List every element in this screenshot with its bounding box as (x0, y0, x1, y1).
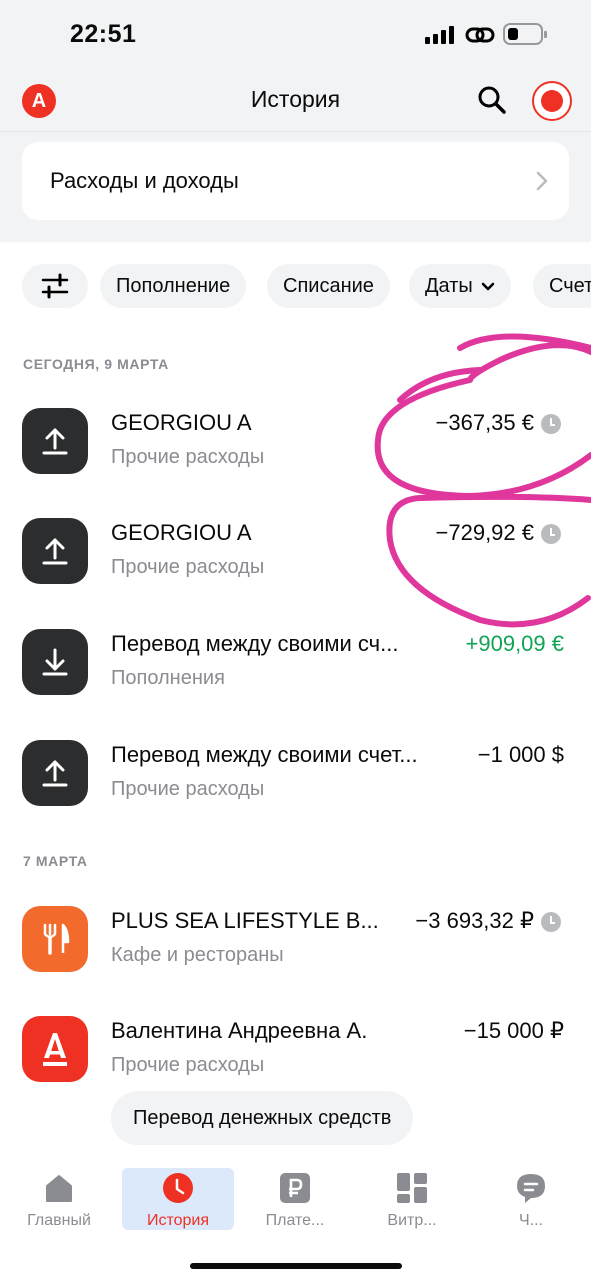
transaction-title: GEORGIOU A (111, 410, 252, 435)
section-title: СЕГОДНЯ, 9 МАРТА (23, 356, 169, 372)
pending-clock-icon (541, 414, 561, 434)
transaction-title: Валентина Андреевна А. (111, 1018, 368, 1043)
pending-clock-icon (541, 912, 561, 932)
upload-icon (22, 518, 88, 584)
link-icon (465, 27, 495, 43)
app-header: А История (0, 70, 591, 132)
transaction-title: Перевод между своими счет... (111, 742, 418, 767)
transaction-tag[interactable]: Перевод денежных средств (111, 1091, 414, 1145)
transaction-category: Прочие расходы (111, 556, 265, 578)
alfa-logo-icon (22, 1016, 88, 1082)
pending-clock-icon (541, 524, 561, 544)
transaction-row[interactable]: GEORGIOU A Прочие расходы −367,35 € (0, 408, 591, 508)
filter-bar: Пополнение Списание Даты Счет (0, 264, 591, 310)
transaction-category: Прочие расходы (111, 446, 265, 468)
tab-label: Витр... (387, 1212, 437, 1229)
transaction-amount: −367,35 € (435, 410, 534, 435)
transaction-category: Прочие расходы (111, 778, 265, 800)
history-icon (163, 1173, 193, 1203)
transaction-amount: −729,92 € (435, 520, 534, 545)
filter-settings-button[interactable] (22, 264, 88, 308)
record-button[interactable] (532, 81, 572, 121)
income-expense-card[interactable]: Расходы и доходы (22, 142, 569, 220)
tab-label: Ч... (519, 1212, 543, 1229)
tab-label: История (146, 1212, 210, 1229)
transaction-row[interactable]: Перевод между своими счет... Прочие расх… (0, 740, 591, 840)
summary-area: Расходы и доходы (0, 132, 591, 242)
filter-chip-account[interactable]: Счет (533, 264, 591, 308)
transaction-title: Перевод между своими сч... (111, 631, 399, 656)
transaction-row[interactable]: PLUS SEA LIFESTYLE B... Кафе и рестораны… (0, 906, 591, 1006)
tab-payments[interactable]: Плате... (239, 1168, 351, 1230)
cellular-signal-icon (425, 26, 457, 44)
download-icon (22, 629, 88, 695)
transaction-title: GEORGIOU A (111, 520, 252, 545)
transaction-category: Пополнения (111, 667, 225, 689)
transaction-amount: −15 000 ₽ (463, 1018, 564, 1043)
transaction-category: Прочие расходы (111, 1054, 265, 1076)
upload-icon (22, 408, 88, 474)
ruble-icon (280, 1173, 310, 1203)
transaction-title: PLUS SEA LIFESTYLE B... (111, 908, 379, 933)
transaction-amount: +909,09 € (465, 631, 564, 656)
filter-chip-dates-label: Даты (425, 275, 473, 297)
chat-icon (517, 1174, 545, 1203)
transaction-row[interactable]: Перевод между своими сч... Пополнения +9… (0, 629, 591, 729)
card-title: Расходы и доходы (50, 168, 239, 193)
transaction-amount: −3 693,32 ₽ (415, 908, 534, 933)
home-icon (46, 1175, 72, 1202)
filter-chip-topup[interactable]: Пополнение (100, 264, 247, 308)
chevron-right-icon (536, 171, 548, 191)
status-bar: 22:51 (0, 0, 591, 70)
status-time: 22:51 (70, 20, 137, 48)
tab-chat[interactable]: Ч... (475, 1168, 587, 1230)
transaction-row[interactable]: GEORGIOU A Прочие расходы −729,92 € (0, 518, 591, 618)
search-icon[interactable] (477, 85, 507, 115)
tab-bar: Главный История Плате... Витр... Ч... (0, 1160, 591, 1280)
upload-icon (22, 740, 88, 806)
section-title: 7 МАРТА (23, 853, 88, 869)
tab-label: Главный (27, 1212, 91, 1229)
sliders-icon (41, 273, 69, 299)
battery-icon (503, 23, 547, 45)
filter-chip-debit[interactable]: Списание (267, 264, 390, 308)
home-indicator (190, 1263, 402, 1269)
transaction-category: Кафе и рестораны (111, 944, 284, 966)
transaction-amount: −1 000 $ (477, 742, 564, 767)
fork-knife-icon (22, 906, 88, 972)
chevron-down-icon (481, 282, 495, 290)
showcase-icon (397, 1173, 427, 1203)
filter-chip-dates[interactable]: Даты (409, 264, 511, 308)
tab-label: Плате... (265, 1212, 325, 1229)
tab-home[interactable]: Главный (3, 1168, 115, 1230)
tab-history[interactable]: История (122, 1168, 234, 1230)
tab-showcase[interactable]: Витр... (356, 1168, 468, 1230)
